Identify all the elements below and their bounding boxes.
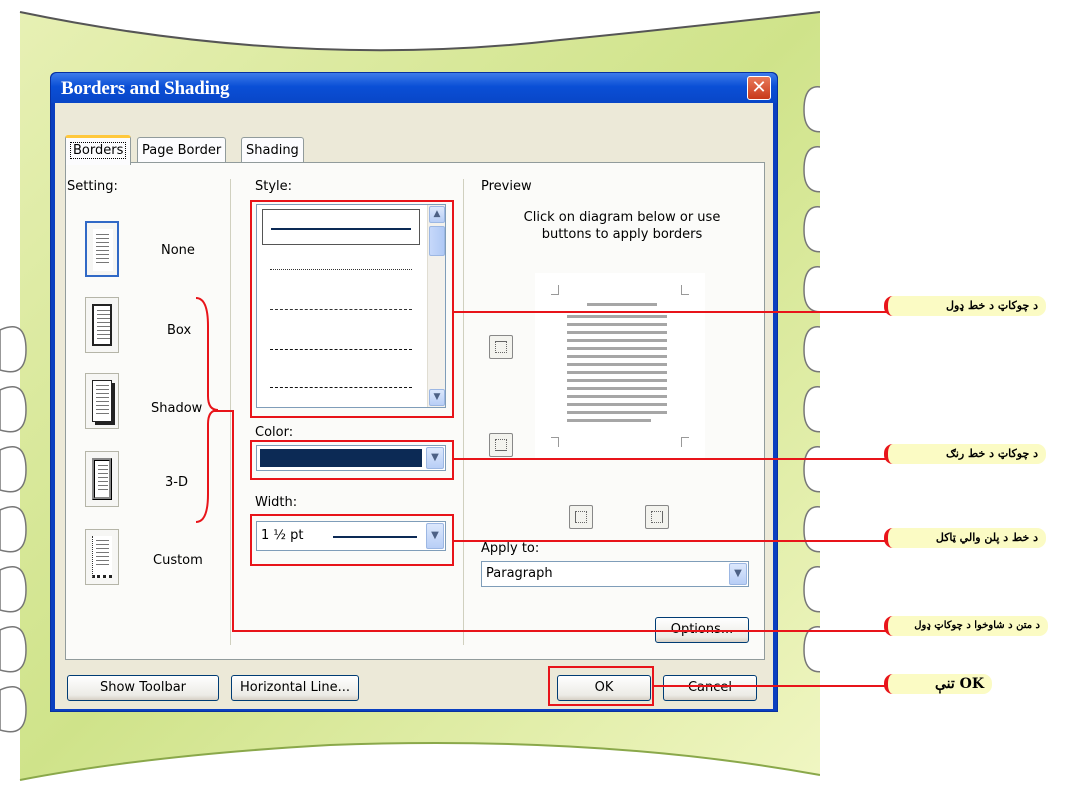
callout-ok: OK تنې (884, 674, 992, 694)
width-connector (454, 540, 888, 542)
tab-shading[interactable]: Shading (241, 137, 304, 163)
bottom-border-button[interactable] (489, 433, 513, 457)
corner-mark (551, 285, 559, 295)
ok-connector (654, 685, 888, 687)
tab-borders-label: Borders (70, 142, 127, 159)
apply-to-select[interactable]: Paragraph ▼ (481, 561, 749, 587)
style-connector (454, 311, 888, 313)
callout-border-type: د متن د شاوخوا د چوکاټ ډول (884, 616, 1048, 636)
color-highlight (250, 440, 454, 480)
custom-setting-button[interactable] (85, 529, 119, 585)
color-connector (454, 458, 888, 460)
style-highlight (250, 200, 454, 418)
close-icon: ✕ (751, 77, 767, 98)
tab-borders[interactable]: Borders (65, 135, 132, 165)
tab-shading-label: Shading (246, 143, 299, 158)
preview-label: Preview (481, 179, 532, 194)
callout-line-color: د چوکاټ د خط رنګ (884, 444, 1046, 464)
3d-setting-label[interactable]: 3-D (165, 475, 188, 490)
color-label: Color: (255, 425, 294, 440)
style-divider (463, 179, 464, 645)
corner-mark (681, 285, 689, 295)
apply-to-value: Paragraph (486, 566, 553, 581)
preview-hint: Click on diagram below or use buttons to… (523, 210, 721, 242)
chevron-down-icon[interactable]: ▼ (729, 563, 747, 585)
left-border-icon (575, 511, 587, 523)
top-border-button[interactable] (489, 335, 513, 359)
none-setting-icon (93, 229, 113, 271)
cancel-button[interactable]: Cancel (663, 675, 757, 701)
custom-setting-label[interactable]: Custom (153, 553, 203, 568)
show-toolbar-button[interactable]: Show Toolbar (67, 675, 219, 701)
corner-mark (551, 437, 559, 447)
dialog-title: Borders and Shading (61, 78, 230, 99)
ok-highlight (548, 666, 654, 706)
width-highlight (250, 514, 454, 566)
tab-page-border[interactable]: Page Border (137, 137, 227, 163)
corner-mark (681, 437, 689, 447)
3d-setting-button[interactable] (85, 451, 119, 507)
setting-connector (232, 630, 888, 632)
shadow-setting-icon (92, 380, 112, 422)
shadow-setting-button[interactable] (85, 373, 119, 429)
setting-connector-vertical (232, 411, 234, 631)
setting-brace (195, 297, 219, 523)
none-setting-label[interactable]: None (161, 243, 195, 258)
custom-setting-icon (92, 536, 112, 578)
style-label: Style: (255, 179, 293, 194)
box-setting-label[interactable]: Box (167, 323, 191, 338)
3d-setting-icon (92, 458, 112, 500)
setting-divider (230, 179, 231, 645)
horizontal-line-button[interactable]: Horizontal Line... (231, 675, 359, 701)
width-label: Width: (255, 495, 298, 510)
setting-heading: Setting: (67, 179, 118, 194)
none-setting-button[interactable] (85, 221, 119, 277)
title-bar[interactable]: Borders and Shading ✕ (51, 73, 777, 103)
preview-diagram[interactable] (535, 273, 705, 459)
callout-line-style: د چوکاټ د خط ډول (884, 296, 1046, 316)
right-border-icon (651, 511, 663, 523)
box-setting-button[interactable] (85, 297, 119, 353)
box-setting-icon (92, 304, 112, 346)
slide: Borders and Shading ✕ Borders Page Borde… (0, 0, 1071, 785)
close-button[interactable]: ✕ (747, 76, 771, 100)
left-border-button[interactable] (569, 505, 593, 529)
tab-page-border-label: Page Border (142, 143, 222, 158)
apply-to-label: Apply to: (481, 541, 540, 556)
right-border-button[interactable] (645, 505, 669, 529)
top-border-icon (495, 341, 507, 353)
callout-line-width: د خط د پلن والي ټاکل (884, 528, 1046, 548)
bottom-border-icon (495, 439, 507, 451)
